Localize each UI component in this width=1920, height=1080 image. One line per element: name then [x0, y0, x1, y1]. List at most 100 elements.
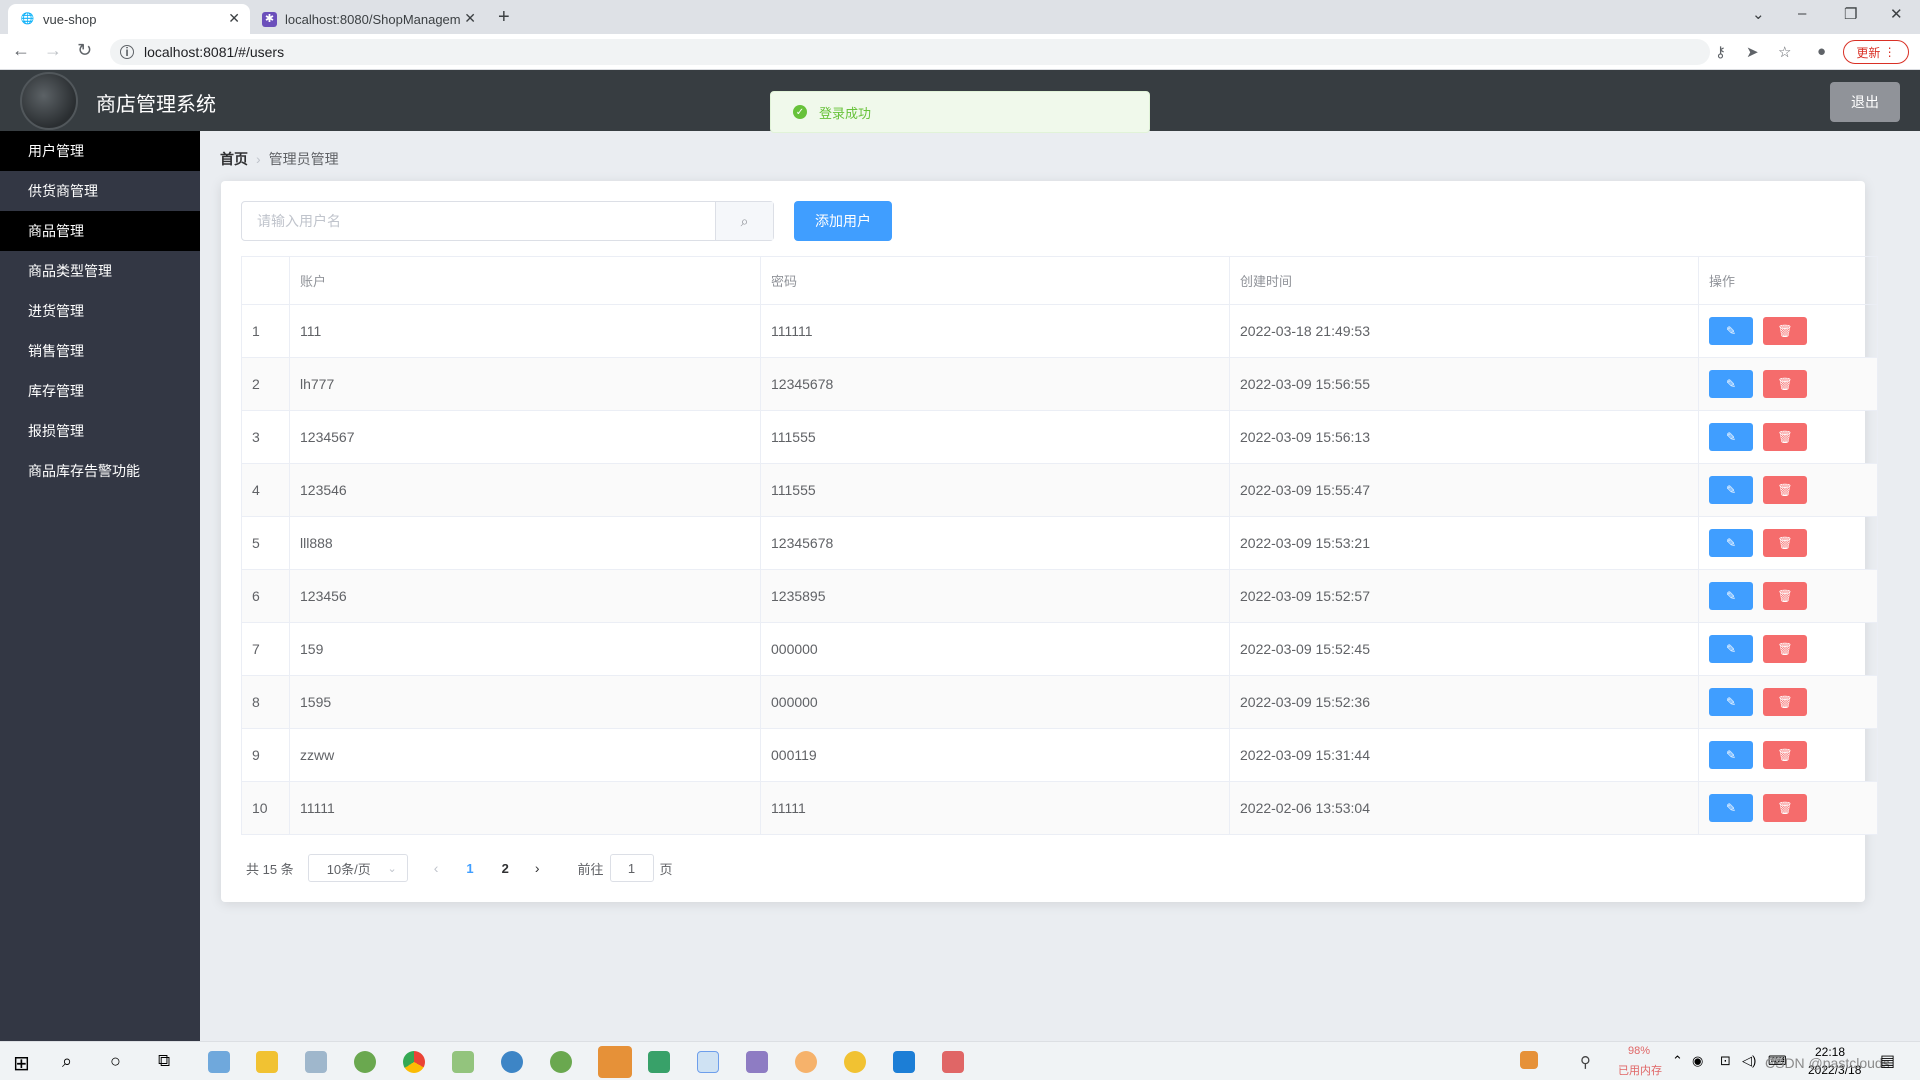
tray-app-icon[interactable] — [1520, 1051, 1538, 1069]
next-page-icon[interactable]: › — [535, 860, 540, 876]
edit-button[interactable]: ✎ — [1709, 582, 1753, 610]
edit-button[interactable]: ✎ — [1709, 370, 1753, 398]
add-user-button[interactable]: 添加用户 — [794, 201, 892, 241]
app-icon[interactable] — [795, 1051, 817, 1073]
edit-button[interactable]: ✎ — [1709, 476, 1753, 504]
prev-page-icon[interactable]: ‹ — [434, 860, 439, 876]
row-account: lh777 — [289, 357, 761, 411]
qq-icon[interactable]: ◉ — [1692, 1053, 1703, 1069]
delete-button[interactable]: 🗑 — [1763, 741, 1807, 769]
row-index: 4 — [241, 463, 290, 517]
page-2[interactable]: 2 — [502, 861, 509, 876]
edit-icon: ✎ — [1725, 430, 1737, 444]
table-row: 7 159 000000 2022-03-09 15:52:45 ✎ 🗑 — [241, 622, 1878, 676]
task-view-icon[interactable]: ⧉ — [158, 1051, 170, 1071]
minimize-icon[interactable]: – — [1798, 5, 1806, 22]
delete-button[interactable]: 🗑 — [1763, 794, 1807, 822]
sidebar-item-sales[interactable]: 销售管理 — [0, 331, 200, 371]
pagination: 共 15 条 10条/页 ⌄ ‹ 1 2 › 前往 1 页 — [246, 854, 673, 882]
close-window-icon[interactable]: ✕ — [1890, 5, 1903, 23]
page-size-select[interactable]: 10条/页 ⌄ — [307, 854, 408, 882]
content-card: ⌕ 添加用户 账户 密码 创建时间 操作 11111111112022-03-1… — [221, 181, 1878, 902]
sidebar-item-purchases[interactable]: 进货管理 — [0, 291, 200, 331]
hbuilder-icon[interactable] — [648, 1051, 670, 1073]
sidebar-item-damage[interactable]: 报损管理 — [0, 411, 200, 451]
table-row: 2 lh777 12345678 2022-03-09 15:56:55 ✎ 🗑 — [241, 357, 1878, 411]
network-user-icon[interactable]: ⚲ — [1580, 1053, 1591, 1071]
restore-icon[interactable]: ❐ — [1844, 5, 1857, 23]
delete-button[interactable]: 🗑 — [1763, 529, 1807, 557]
back-icon[interactable]: ← — [12, 40, 30, 61]
key-icon[interactable]: ⚷ — [1715, 43, 1726, 61]
chrome-icon[interactable] — [403, 1051, 425, 1073]
row-created: 2022-03-09 15:55:47 — [1229, 463, 1699, 517]
app-icon[interactable] — [844, 1051, 866, 1073]
breadcrumb-home[interactable]: 首页 — [220, 151, 248, 167]
page-1[interactable]: 1 — [466, 861, 473, 876]
edit-button[interactable]: ✎ — [1709, 794, 1753, 822]
browser-tab-shopmanagem[interactable]: ✱ localhost:8080/ShopManagem ✕ — [250, 4, 486, 34]
reload-icon[interactable]: ↻ — [77, 40, 92, 61]
notification-icon[interactable]: ▤ — [1880, 1051, 1895, 1071]
app-icon[interactable] — [893, 1051, 915, 1073]
wps-icon[interactable] — [942, 1051, 964, 1073]
browser-tab-vue-shop[interactable]: 🌐 vue-shop ✕ — [8, 4, 250, 34]
sidebar-item-stock-alert[interactable]: 商品库存告警功能 — [0, 451, 200, 491]
new-tab-icon[interactable]: + — [498, 6, 510, 29]
edit-button[interactable]: ✎ — [1709, 317, 1753, 345]
row-action-group: ✎ 🗑 — [1709, 423, 1877, 451]
row-action-group: ✎ 🗑 — [1709, 529, 1877, 557]
close-icon[interactable]: ✕ — [228, 10, 240, 27]
app-icon[interactable] — [550, 1051, 572, 1073]
delete-button[interactable]: 🗑 — [1763, 635, 1807, 663]
edit-button[interactable]: ✎ — [1709, 423, 1753, 451]
edit-button[interactable]: ✎ — [1709, 688, 1753, 716]
delete-button[interactable]: 🗑 — [1763, 582, 1807, 610]
edit-button[interactable]: ✎ — [1709, 741, 1753, 769]
pagination-total: 共 15 条 — [246, 861, 294, 877]
search-button[interactable]: ⌕ — [715, 202, 773, 240]
goto-page-input[interactable]: 1 — [609, 854, 654, 882]
search-input[interactable] — [242, 202, 715, 240]
delete-button[interactable]: 🗑 — [1763, 423, 1807, 451]
cortana-icon[interactable]: ○ — [110, 1051, 121, 1072]
app-icon[interactable] — [501, 1051, 523, 1073]
delete-button[interactable]: 🗑 — [1763, 370, 1807, 398]
app-icon[interactable] — [598, 1046, 632, 1078]
app-icon[interactable] — [452, 1051, 474, 1073]
row-actions: ✎ 🗑 — [1698, 622, 1878, 676]
sidebar-item-suppliers[interactable]: 供货商管理 — [0, 171, 200, 211]
app-icon[interactable] — [354, 1051, 376, 1073]
volume-icon[interactable]: ◁) — [1742, 1053, 1756, 1069]
sidebar-item-inventory[interactable]: 库存管理 — [0, 371, 200, 411]
app-icon[interactable] — [697, 1051, 719, 1073]
windows-start-icon[interactable]: ⊞ — [13, 1051, 30, 1076]
app-icon[interactable] — [746, 1051, 768, 1073]
chevron-down-icon[interactable]: ⌄ — [1752, 5, 1765, 23]
row-actions: ✎ 🗑 — [1698, 410, 1878, 464]
profile-icon[interactable]: ● — [1817, 43, 1826, 60]
star-icon[interactable]: ☆ — [1778, 43, 1791, 61]
edit-button[interactable]: ✎ — [1709, 529, 1753, 557]
forward-icon[interactable]: → — [44, 40, 62, 61]
sidebar-item-products[interactable]: 商品管理 — [0, 211, 200, 251]
info-icon[interactable]: i — [120, 45, 134, 59]
delete-button[interactable]: 🗑 — [1763, 688, 1807, 716]
update-button[interactable]: 更新 ⋮ — [1843, 40, 1909, 64]
file-explorer-icon[interactable] — [256, 1051, 278, 1073]
send-icon[interactable]: ➤ — [1746, 43, 1759, 61]
sidebar-item-product-types[interactable]: 商品类型管理 — [0, 251, 200, 291]
row-index: 5 — [241, 516, 290, 570]
url-field[interactable]: i localhost:8081/#/users — [110, 39, 1710, 65]
sidebar-item-users[interactable]: 用户管理 — [0, 131, 200, 171]
logout-button[interactable]: 退出 — [1830, 82, 1900, 122]
close-icon[interactable]: ✕ — [464, 10, 476, 27]
app-icon[interactable] — [305, 1051, 327, 1073]
search-icon[interactable]: ⌕ — [62, 1051, 72, 1072]
delete-button[interactable]: 🗑 — [1763, 476, 1807, 504]
network-icon[interactable]: ⊡ — [1720, 1053, 1731, 1069]
edit-button[interactable]: ✎ — [1709, 635, 1753, 663]
delete-button[interactable]: 🗑 — [1763, 317, 1807, 345]
app-icon[interactable] — [208, 1051, 230, 1073]
tray-expand-icon[interactable]: ⌃ — [1672, 1053, 1683, 1069]
